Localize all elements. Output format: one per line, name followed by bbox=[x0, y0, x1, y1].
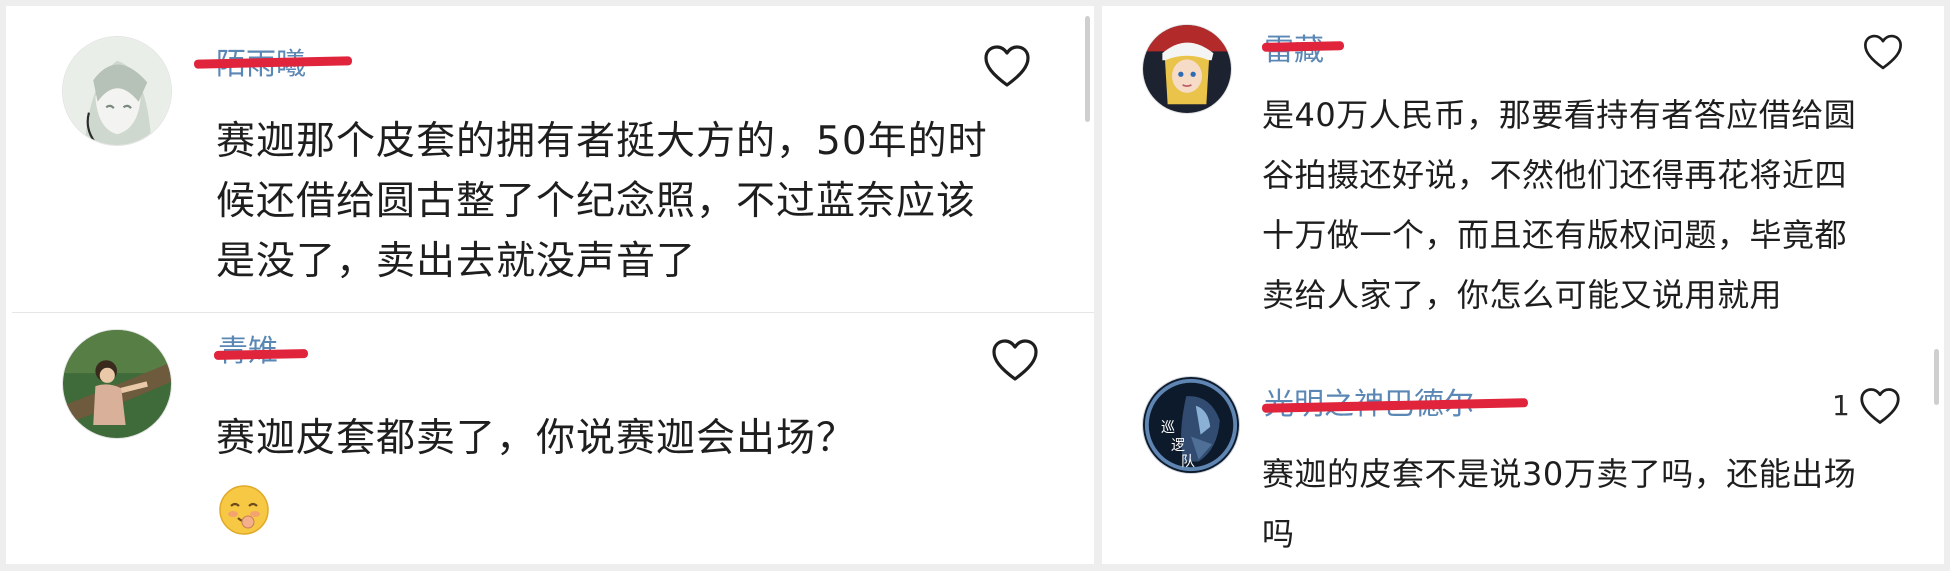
comment-panel-left: 陌雨曦 赛迦那个皮套的拥有者挺大方的，50年的时候还借给圆古整了个纪念照，不过蓝… bbox=[6, 6, 1094, 564]
heart-icon[interactable] bbox=[1862, 32, 1904, 72]
comment-text: 赛迦那个皮套的拥有者挺大方的，50年的时候还借给圆古整了个纪念照，不过蓝奈应该是… bbox=[216, 119, 988, 284]
avatar[interactable] bbox=[62, 36, 172, 146]
heart-icon[interactable] bbox=[1858, 386, 1902, 426]
avatar-badge-text: 巡 逻 队 bbox=[1161, 420, 1195, 470]
like-count: 1 bbox=[1832, 389, 1850, 422]
comment-text: 赛迦的皮套不是说30万卖了吗，还能出场吗 bbox=[1262, 455, 1857, 553]
anime-character-avatar-image bbox=[1143, 25, 1231, 113]
anime-girl-avatar-image bbox=[63, 37, 171, 145]
avatar[interactable] bbox=[62, 329, 172, 439]
scrollbar[interactable] bbox=[1085, 16, 1090, 122]
redaction-mark bbox=[213, 349, 309, 360]
divider bbox=[12, 312, 1094, 313]
scrollbar[interactable] bbox=[1934, 349, 1939, 405]
redaction-mark bbox=[193, 56, 353, 69]
heart-icon[interactable] bbox=[990, 337, 1040, 383]
avatar[interactable]: 巡 逻 队 bbox=[1142, 376, 1240, 474]
avatar[interactable] bbox=[1142, 24, 1232, 114]
comment-text: 赛迦皮套都卖了，你说赛迦会出场？ bbox=[216, 416, 857, 461]
redaction-mark bbox=[1261, 41, 1345, 52]
girl-in-tree-avatar-image bbox=[63, 330, 171, 438]
comment-text: 是40万人民币，那要看持有者答应借给圆谷拍摄还好说，不然他们还得再花将近四十万做… bbox=[1262, 96, 1857, 314]
heart-icon[interactable] bbox=[982, 43, 1032, 89]
comment-panel-right: 雷藏 是40万人民币，那要看持有者答应借给圆谷拍摄还好说，不然他们还得再花将近四… bbox=[1102, 6, 1944, 564]
face-savoring-icon bbox=[218, 484, 270, 536]
